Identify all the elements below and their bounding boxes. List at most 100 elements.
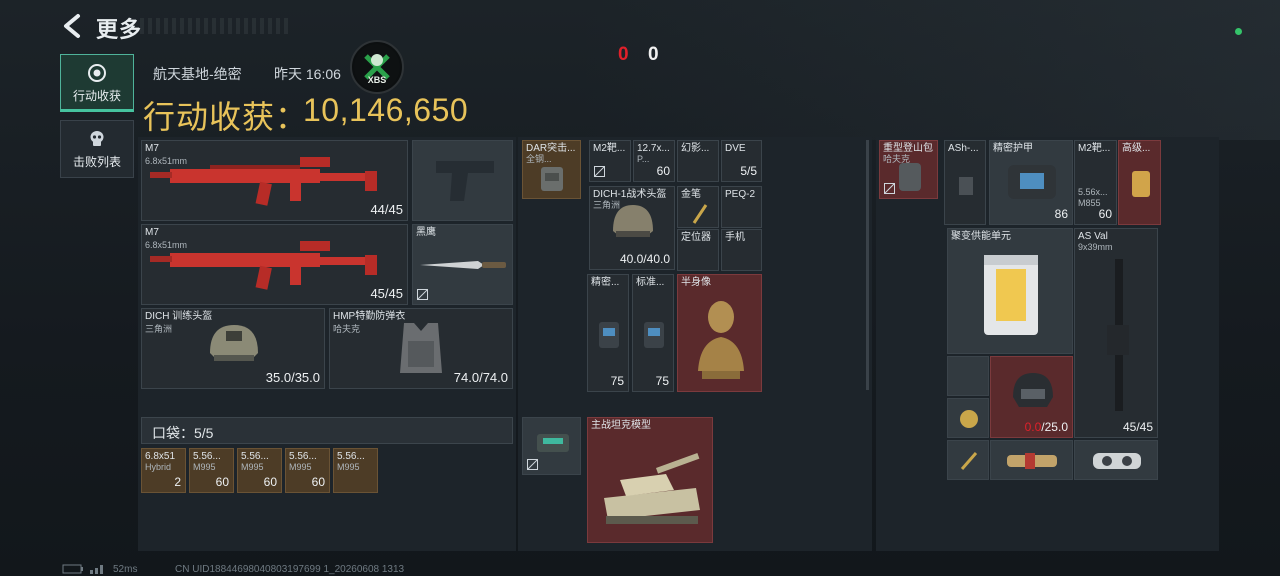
rig-precision[interactable]: 精密... 75 (587, 274, 629, 392)
helmet-icon (210, 325, 258, 361)
backpack-item-syringe[interactable] (947, 440, 989, 480)
knife-icon (420, 261, 506, 269)
backpack-advanced[interactable]: 高级... (1118, 140, 1161, 225)
armor-plate-icon (644, 322, 664, 348)
armor-vest-icon (1008, 165, 1056, 199)
rig-standard[interactable]: 标准... 75 (632, 274, 674, 392)
tab-kill-list-label: 击败列表 (72, 155, 121, 169)
melee-slot[interactable]: 黑鹰 (412, 224, 513, 305)
helmet-durability: 0.0/25.0 (1024, 420, 1068, 434)
melee-name: 黑鹰 (416, 227, 436, 238)
pocket-item[interactable]: 5.56... M995 60 (189, 448, 234, 493)
backpack-icon (899, 163, 921, 191)
weapon-ammo-count: 45/45 (370, 286, 403, 301)
chest-rig-icon (541, 167, 563, 191)
helmet-slot[interactable]: DICH 训练头盔 三角洲 35.0/35.0 (141, 308, 325, 389)
rifle-icon (150, 241, 377, 290)
pocket-item[interactable]: 6.8x51 Hybrid 2 (141, 448, 186, 493)
coin-icon (960, 410, 978, 428)
pen-icon (692, 204, 708, 224)
vest-icon (400, 323, 442, 373)
weapon-ammo-count: 44/45 (370, 202, 403, 217)
rig-goldpen[interactable]: 金笔 (677, 186, 719, 228)
scrollbar[interactable] (866, 140, 869, 390)
rig-phantom[interactable]: 幻影... (677, 140, 719, 182)
backpack-item-box[interactable] (947, 356, 989, 396)
unlinked-icon (594, 166, 605, 177)
pistol-silhouette-icon (436, 161, 494, 201)
bag-icon (1132, 171, 1150, 197)
loot-value: 10,146,650 (303, 92, 469, 128)
backpack-item-radio[interactable] (1074, 440, 1158, 480)
fusion-core-icon (984, 255, 1038, 335)
syringe-icon (960, 452, 978, 470)
avatar[interactable]: XBS (350, 40, 404, 94)
pocket-item[interactable]: 5.56... M995 60 (237, 448, 282, 493)
backpack-helmet[interactable]: 0.0/25.0 (990, 356, 1073, 438)
armor-plate-icon (599, 322, 619, 348)
primary-weapon-2[interactable]: M7 6.8x51mm 45/45 (141, 224, 408, 305)
title-decoration (140, 18, 290, 34)
medkit-icon (1007, 453, 1057, 469)
helmet-icon (1013, 373, 1053, 407)
primary-weapon-1[interactable]: M7 6.8x51mm 44/45 (141, 140, 408, 221)
device-icon (537, 434, 569, 452)
rig-m2[interactable]: M2靶... (589, 140, 631, 182)
backpack-asval[interactable]: AS Val 9x39mm 45/45 (1074, 228, 1158, 438)
gun-part-icon (959, 177, 973, 195)
pocket-header: 口袋：5/5 (141, 417, 513, 444)
status-indicator (1235, 28, 1242, 35)
rifle-icon (150, 157, 377, 206)
score-white: 0 (648, 44, 659, 65)
rig-device[interactable] (522, 417, 581, 475)
armor-name: HMP特勤防弹衣 (333, 311, 406, 322)
skull-icon (87, 129, 107, 149)
pocket-item[interactable]: 5.56... M995 60 (285, 448, 330, 493)
rig-locator[interactable]: 定位器 (677, 229, 719, 271)
unlinked-icon (527, 459, 538, 470)
map-name: 航天基地-绝密 (153, 66, 242, 82)
rig-bust[interactable]: 半身像 (677, 274, 762, 392)
match-time: 昨天 16:06 (274, 66, 341, 82)
loot-label: 行动收获： (143, 99, 309, 135)
page-title: 更多 (96, 17, 143, 42)
armor-sub: 哈夫克 (333, 324, 361, 334)
tank-model-icon (604, 452, 700, 524)
rig-dar[interactable]: DAR突击... 全钢... (522, 140, 581, 199)
ping-value: 52ms (113, 564, 138, 575)
rig-phone[interactable]: 手机 (721, 229, 762, 271)
tab-loot[interactable]: 行动收获 (60, 54, 134, 112)
radio-icon (1093, 453, 1141, 469)
user-uid: CN UID18844698040803197699 1_20260608 13… (175, 564, 405, 575)
score-red: 0 (618, 44, 629, 65)
rig-ammo127[interactable]: 12.7x... P... 60 (633, 140, 675, 182)
backpack-item-coin[interactable] (947, 398, 989, 438)
rifle-icon (1107, 259, 1129, 411)
backpack-item-medkit[interactable] (990, 440, 1073, 480)
rig-peq[interactable]: PEQ-2 (721, 186, 762, 228)
tab-loot-label: 行动收获 (72, 89, 121, 103)
pistol-slot-empty[interactable] (412, 140, 513, 221)
tab-kill-list[interactable]: 击败列表 (60, 120, 134, 178)
pocket-item[interactable]: 5.56... M995 (333, 448, 378, 493)
backpack-ash[interactable]: ASh-... (944, 140, 986, 225)
loot-icon (87, 63, 107, 83)
unlinked-icon (417, 289, 428, 300)
battery-icon (62, 564, 84, 574)
rig-tank-model[interactable]: 主战坦克模型 (587, 417, 713, 543)
armor-durability: 74.0/74.0 (453, 370, 508, 385)
rig-dich1[interactable]: DICH-1战术头盔 三角洲 40.0/40.0 (589, 186, 675, 270)
rig-dve[interactable]: DVE 5/5 (721, 140, 762, 182)
helmet-name: DICH 训练头盔 (145, 311, 213, 322)
helmet-durability: 35.0/35.0 (265, 370, 320, 385)
backpack-fusion-unit[interactable]: 聚变供能单元 (947, 228, 1073, 354)
backpack-m2[interactable]: M2靶... 5.56x... M855 60 (1074, 140, 1117, 225)
avatar-text: XBS (368, 75, 387, 85)
backpack-precision-armor[interactable]: 精密护甲 86 (989, 140, 1073, 225)
armor-slot[interactable]: HMP特勤防弹衣 哈夫克 74.0/74.0 (329, 308, 513, 389)
helmet-icon (613, 205, 653, 237)
backpack-heavy[interactable]: 重型登山包 哈夫克 (879, 140, 938, 199)
back-icon[interactable] (60, 12, 86, 40)
signal-icon (90, 564, 106, 574)
unlinked-icon (884, 183, 895, 194)
